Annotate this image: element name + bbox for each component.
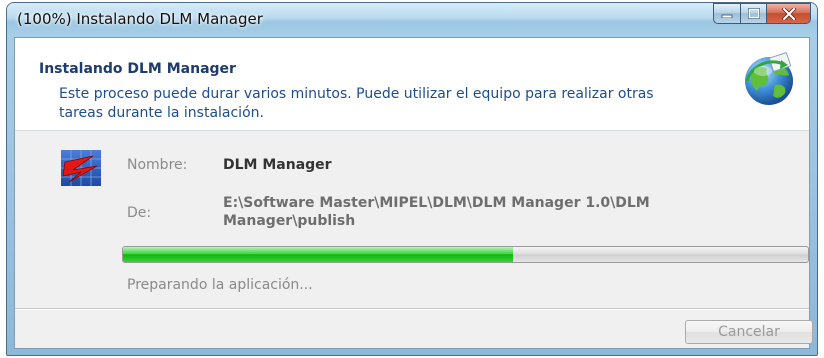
window-title: (100%) Instalando DLM Manager xyxy=(17,10,263,28)
dlm-app-icon xyxy=(61,150,101,186)
from-value: E:\Software Master\MIPEL\DLM\DLM Manager… xyxy=(223,195,650,229)
header-title: Instalando DLM Manager xyxy=(39,61,236,77)
install-progress-bar xyxy=(122,246,809,263)
progress-fill xyxy=(123,247,514,262)
dialog-body: Instalando DLM Manager Este proceso pued… xyxy=(14,37,813,349)
close-icon xyxy=(781,7,796,20)
installer-window: (100%) Instalando DLM Manager Instalando… xyxy=(6,2,818,356)
window-controls xyxy=(713,3,811,25)
dialog-header: Instalando DLM Manager Este proceso pued… xyxy=(15,38,809,131)
title-bar[interactable]: (100%) Instalando DLM Manager xyxy=(7,3,817,37)
from-label: De: xyxy=(127,205,152,221)
minimize-icon xyxy=(721,14,733,18)
close-button[interactable] xyxy=(766,3,811,24)
header-description: Este proceso puede durar varios minutos.… xyxy=(59,86,654,121)
footer-divider xyxy=(15,308,809,310)
status-text: Preparando la aplicación... xyxy=(127,277,313,293)
maximize-button[interactable] xyxy=(740,3,766,24)
cancel-button[interactable]: Cancelar xyxy=(685,320,813,344)
minimize-button[interactable] xyxy=(713,3,740,24)
maximize-icon xyxy=(747,8,760,19)
name-value: DLM Manager xyxy=(223,157,332,173)
globe-install-icon xyxy=(745,52,793,105)
name-label: Nombre: xyxy=(127,157,188,173)
